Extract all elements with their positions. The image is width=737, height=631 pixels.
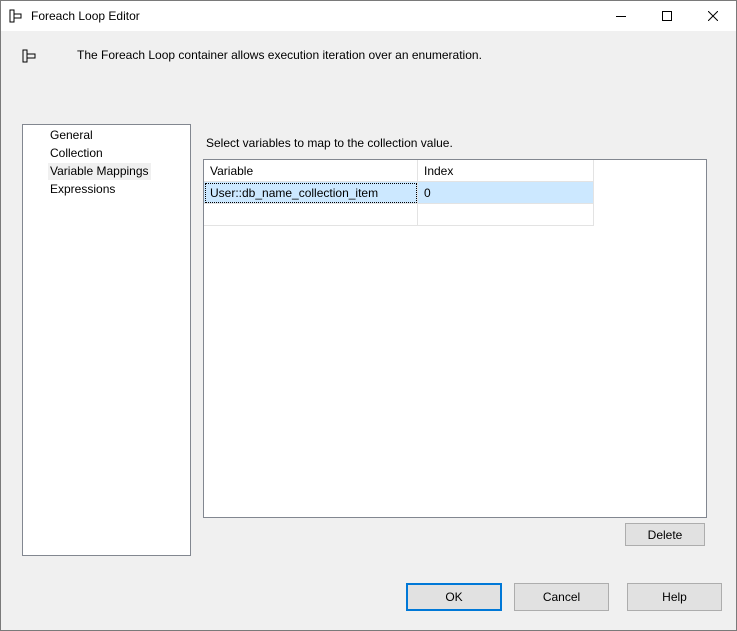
index-cell[interactable]: 0 [418, 182, 594, 204]
delete-button[interactable]: Delete [625, 523, 705, 546]
mapping-instruction: Select variables to map to the collectio… [206, 136, 453, 150]
variable-cell[interactable] [204, 204, 418, 226]
close-button[interactable] [690, 1, 736, 31]
foreach-container-icon [9, 9, 22, 23]
foreach-container-icon [22, 49, 36, 63]
page-list: General Collection Variable Mappings Exp… [22, 124, 191, 556]
maximize-button[interactable] [644, 1, 690, 31]
index-cell[interactable] [418, 204, 594, 226]
nav-item-variable-mappings[interactable]: Variable Mappings [48, 163, 151, 180]
maximize-icon [662, 11, 672, 21]
foreach-loop-editor-window: Foreach Loop Editor The Foreach Loop con… [0, 0, 737, 631]
minimize-icon [616, 16, 626, 17]
help-button[interactable]: Help [627, 583, 722, 611]
column-header-index[interactable]: Index [418, 160, 594, 182]
window-title: Foreach Loop Editor [31, 9, 140, 23]
grid-header-row: Variable Index [204, 160, 594, 182]
table-row[interactable]: User::db_name_collection_item 0 [204, 182, 594, 204]
variable-cell[interactable]: User::db_name_collection_item [204, 182, 418, 204]
nav-item-collection[interactable]: Collection [48, 145, 105, 162]
nav-item-expressions[interactable]: Expressions [48, 181, 117, 198]
close-icon [708, 11, 718, 21]
ok-button[interactable]: OK [406, 583, 502, 611]
editor-description: The Foreach Loop container allows execut… [77, 48, 482, 62]
column-header-variable[interactable]: Variable [204, 160, 418, 182]
minimize-button[interactable] [598, 1, 644, 31]
title-bar[interactable]: Foreach Loop Editor [1, 1, 736, 31]
cancel-button[interactable]: Cancel [514, 583, 609, 611]
new-row[interactable] [204, 204, 594, 226]
variable-mappings-grid[interactable]: Variable Index User::db_name_collection_… [203, 159, 707, 518]
nav-item-general[interactable]: General [48, 127, 95, 144]
